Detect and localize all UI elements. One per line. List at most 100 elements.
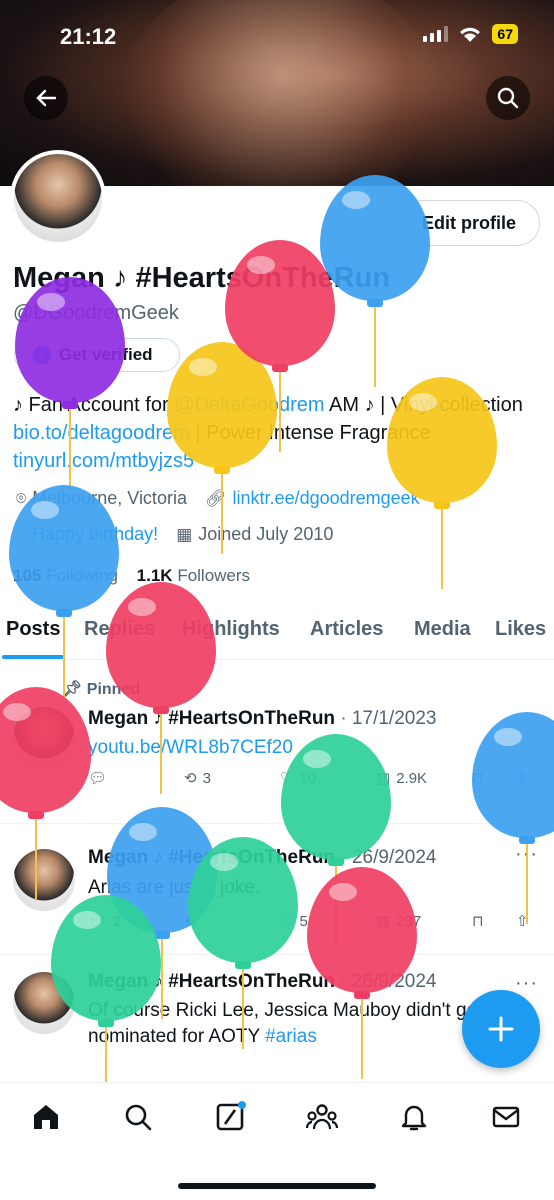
calendar-icon: ▦ xyxy=(176,524,193,544)
battery-icon: 67 xyxy=(492,24,518,44)
hashtag-link[interactable]: #arias xyxy=(265,1026,317,1047)
post-header: Megan ♪ #HeartsOnTheRun · 26/9/2024 xyxy=(88,971,436,993)
share-button[interactable]: ⇧ xyxy=(516,912,529,930)
followers-label: Followers xyxy=(177,566,251,585)
back-button[interactable] xyxy=(24,76,68,120)
home-icon xyxy=(34,1105,58,1129)
meta-row-dates: ◌ Happy birthday! ▦ Joined July 2010 xyxy=(16,524,333,545)
link-icon: 🔗︎ xyxy=(204,488,227,508)
tab-replies[interactable]: Replies xyxy=(84,618,155,641)
post-author[interactable]: Megan ♪ #HeartsOnTheRun xyxy=(88,708,335,729)
post-header: Megan ♪ #HeartsOnTheRun · 26/9/2024 xyxy=(88,847,436,869)
views-count: 237 xyxy=(396,912,422,930)
reply-count: 2 xyxy=(113,912,122,930)
more-options-icon[interactable]: ··· xyxy=(515,972,538,995)
post-actions: 💬︎ 2 ⟲ ♡ 5 ▥ 237 ⊓ ⇧ xyxy=(88,912,538,942)
mail-icon xyxy=(492,1106,520,1128)
nav-grok[interactable] xyxy=(212,1099,248,1135)
get-verified-button[interactable]: ✓ Get verified xyxy=(14,338,180,372)
bookmark-button[interactable]: ⊓ xyxy=(472,769,484,787)
status-time: 21:12 xyxy=(60,24,117,49)
post[interactable]: 📌︎ Pinned Megan ♪ #HeartsOnTheRun · 17/1… xyxy=(0,661,554,824)
more-options-icon[interactable]: ··· xyxy=(515,843,538,866)
heart-icon: ♡ xyxy=(280,913,294,930)
reply-button[interactable]: 💬︎ 2 xyxy=(88,912,122,931)
bio-link[interactable]: bio.to/deltagoodrem xyxy=(13,422,190,444)
post-author[interactable]: Megan ♪ #HeartsOnTheRun xyxy=(88,971,335,992)
avatar[interactable] xyxy=(13,972,75,1034)
verified-check-icon: ✓ xyxy=(33,346,51,364)
views-button[interactable]: ▥ 2.9K xyxy=(376,769,428,788)
back-arrow-icon xyxy=(36,89,57,107)
avatar[interactable] xyxy=(13,849,75,911)
pinned-label: 📌︎ Pinned xyxy=(62,681,141,698)
following-count: 105 xyxy=(13,566,42,585)
followers-link[interactable]: 1.1K Followers xyxy=(137,566,250,585)
following-link[interactable]: 105 Following xyxy=(13,566,118,585)
post-link[interactable]: youtu.be/WRL8b7CEf20 xyxy=(88,735,538,761)
share-button[interactable]: ⇧ xyxy=(516,769,529,787)
plus-icon xyxy=(488,1016,514,1042)
bio-link[interactable]: tinyurl.com/mtbyjzs5 xyxy=(13,450,194,472)
compose-post-button[interactable] xyxy=(462,990,540,1068)
post[interactable]: ··· Megan ♪ #HeartsOnTheRun · 26/9/2024 … xyxy=(0,825,554,955)
views-icon: ▥ xyxy=(376,770,391,787)
post-header: Megan ♪ #HeartsOnTheRun · 17/1/2023 xyxy=(88,708,436,730)
views-icon: ▥ xyxy=(376,913,391,930)
post-date: · 26/9/2024 xyxy=(340,847,437,868)
bio-text: AM ♪ | Vinyl collection xyxy=(324,394,523,416)
birthday-text[interactable]: Happy birthday! xyxy=(32,524,158,545)
status-icons: 67 xyxy=(423,24,518,44)
repost-button[interactable]: ⟲ xyxy=(184,912,203,930)
like-count: 10 xyxy=(299,769,317,787)
nav-communities[interactable] xyxy=(304,1099,340,1135)
post-actions: 💬︎ ⟲ 3 ♡ 10 ▥ 2.9K ⊓ ⇧ xyxy=(88,769,538,799)
tab-articles[interactable]: Articles xyxy=(310,618,383,641)
location-pin-icon: ⌾ xyxy=(16,488,27,508)
nav-messages[interactable] xyxy=(488,1099,524,1135)
reply-button[interactable]: 💬︎ xyxy=(88,769,113,787)
signal-icon xyxy=(423,26,449,42)
search-icon xyxy=(125,1104,152,1131)
nav-explore[interactable] xyxy=(120,1099,156,1135)
handle: @DGoodremGeek xyxy=(13,302,179,324)
like-button[interactable]: ♡ 10 xyxy=(280,769,317,788)
display-name: Megan ♪ #HeartsOnTheRun xyxy=(13,262,391,294)
communities-icon xyxy=(305,1104,339,1130)
edit-profile-button[interactable]: Edit profile xyxy=(398,200,540,246)
website-link[interactable]: linktr.ee/dgoodremgeek xyxy=(233,488,420,509)
repost-count: 3 xyxy=(202,769,211,787)
bio-text: ♪ Fan Account for xyxy=(13,394,175,416)
tab-likes[interactable]: Likes xyxy=(495,618,546,641)
get-verified-label: Get verified xyxy=(59,345,153,364)
heart-icon: ♡ xyxy=(280,770,294,787)
views-count: 2.9K xyxy=(396,769,428,787)
bio: ♪ Fan Account for @DeltaGoodrem AM ♪ | V… xyxy=(13,391,533,475)
repost-icon: ⟲ xyxy=(184,770,197,787)
like-button[interactable]: ♡ 5 xyxy=(280,912,308,931)
repost-button[interactable]: ⟲ 3 xyxy=(184,769,211,788)
following-label: Following xyxy=(46,566,118,585)
tab-highlights[interactable]: Highlights xyxy=(182,618,280,641)
wifi-icon xyxy=(460,27,481,42)
tab-posts[interactable]: Posts xyxy=(6,618,60,641)
bookmark-icon: ⊓ xyxy=(472,913,484,930)
post-author[interactable]: Megan ♪ #HeartsOnTheRun xyxy=(88,847,335,868)
nav-notifications[interactable] xyxy=(396,1099,432,1135)
profile-tabs: Posts Replies Highlights Articles Media … xyxy=(0,612,554,660)
repost-icon: ⟲ xyxy=(184,913,197,930)
bio-mention[interactable]: @DeltaGoodrem xyxy=(174,394,324,416)
tab-media[interactable]: Media xyxy=(414,618,471,641)
post-date: · 17/1/2023 xyxy=(340,708,437,729)
search-button[interactable] xyxy=(486,76,530,120)
nav-home[interactable] xyxy=(28,1099,64,1135)
bookmark-button[interactable]: ⊓ xyxy=(472,912,484,930)
banner-photo xyxy=(120,0,440,186)
profile-avatar[interactable] xyxy=(10,150,106,246)
bio-text: | Power Intense Fragrance xyxy=(189,422,431,444)
reply-icon: 💬︎ xyxy=(88,770,108,787)
like-count: 5 xyxy=(299,912,308,930)
avatar[interactable] xyxy=(13,707,75,769)
views-button[interactable]: ▥ 237 xyxy=(376,912,422,931)
share-icon: ⇧ xyxy=(516,770,529,787)
